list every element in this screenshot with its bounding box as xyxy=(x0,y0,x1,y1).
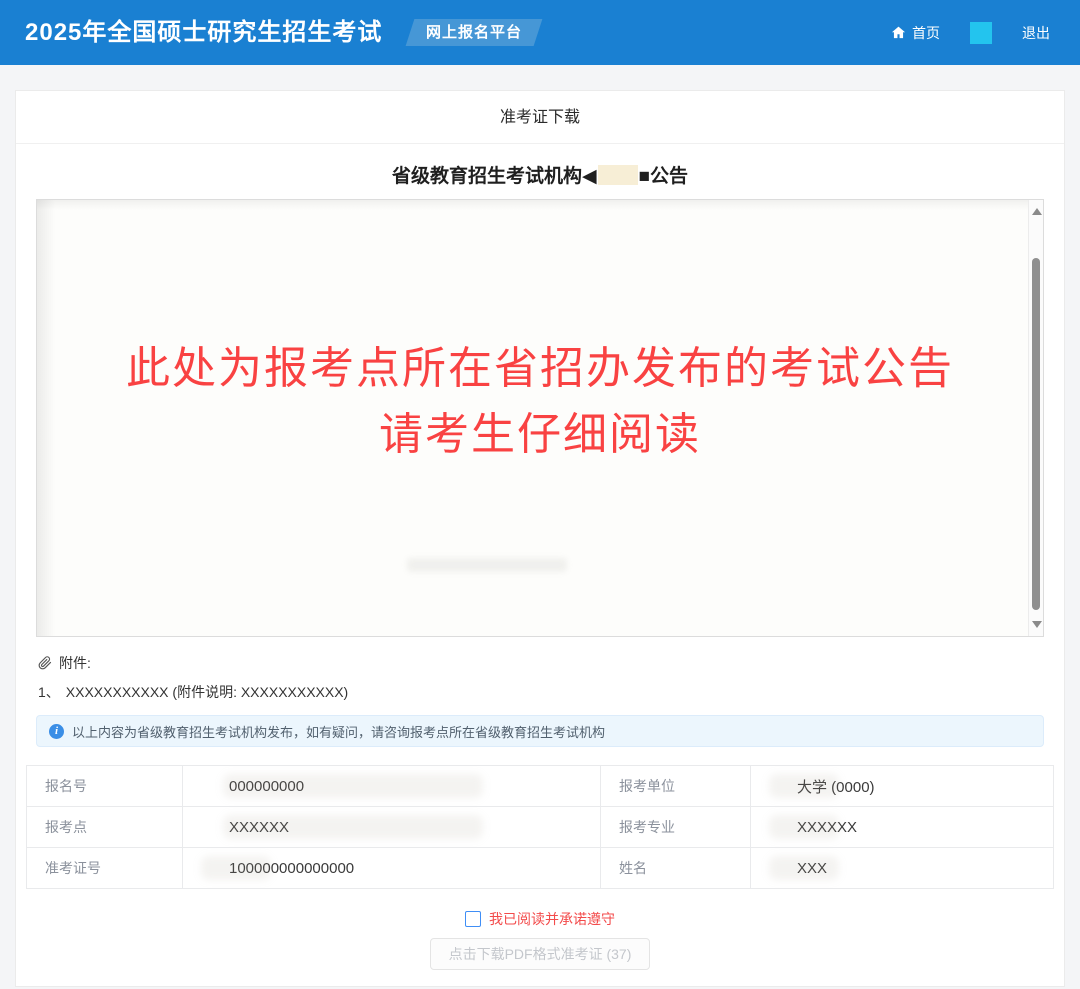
notice-heading-suffix: ■公告 xyxy=(639,166,688,187)
value-baominghao: 000000000 xyxy=(183,766,601,807)
redaction-smudge xyxy=(769,815,839,839)
agreement-row: 我已阅读并承诺遵守 xyxy=(16,909,1064,929)
redaction-smudge xyxy=(769,774,839,798)
label-zhunkaozhenghao: 准考证号 xyxy=(27,848,183,889)
nav-logout[interactable]: 退出 xyxy=(1022,23,1050,43)
redaction-smudge xyxy=(201,856,271,880)
header-bar: 2025年全国硕士研究生招生考试 网上报名平台 首页 退出 xyxy=(0,0,1080,65)
download-pdf-button[interactable]: 点击下载PDF格式准考证 (37) xyxy=(430,938,651,970)
label-baokaodian: 报考点 xyxy=(27,807,183,848)
label-baominghao: 报名号 xyxy=(27,766,183,807)
table-row: 准考证号 100000000000000 姓名 XXX xyxy=(27,848,1054,889)
info-alert: i 以上内容为省级教育招生考试机构发布，如有疑问，请咨询报考点所在省级教育招生考… xyxy=(36,715,1044,747)
attachments-label: 附件: xyxy=(59,653,91,673)
attachment-link[interactable]: XXXXXXXXXXX (附件说明: XXXXXXXXXXX) xyxy=(66,684,348,700)
page-title: 准考证下载 xyxy=(16,91,1064,144)
label-baokaozhuanye: 报考专业 xyxy=(601,807,751,848)
scroll-up-icon[interactable] xyxy=(1032,208,1042,215)
value-baokaodian: XXXXXX xyxy=(183,807,601,848)
value-baokaodanwei: 大学 (0000) xyxy=(751,766,1054,807)
notice-body-line1: 此处为报考点所在省招办发布的考试公告 xyxy=(37,332,1043,396)
notice-heading-prefix: 省级教育招生考试机构◀ xyxy=(392,166,597,187)
value-baokaozhuanye: XXXXXX xyxy=(751,807,1054,848)
redaction-smudge xyxy=(223,815,483,839)
paperclip-icon xyxy=(38,656,52,670)
scan-shadow-top xyxy=(37,200,1029,210)
header-nav: 首页 退出 xyxy=(891,0,1050,65)
value-xingming: XXX xyxy=(751,848,1054,889)
redaction-smudge xyxy=(769,856,839,880)
main-card: 准考证下载 省级教育招生考试机构◀ ■公告 此处为报考点所在省招办发布的考试公告 … xyxy=(15,90,1065,987)
user-square-icon xyxy=(970,22,992,44)
label-xingming: 姓名 xyxy=(601,848,751,889)
nav-logout-label: 退出 xyxy=(1022,23,1050,43)
faded-scan-artifact xyxy=(407,558,567,572)
scrollbar-thumb[interactable] xyxy=(1032,258,1040,610)
scroll-down-icon[interactable] xyxy=(1032,621,1042,628)
notice-body-line2: 请考生仔细阅读 xyxy=(37,398,1043,462)
redaction-block xyxy=(598,165,638,185)
scrollbar[interactable] xyxy=(1028,200,1043,636)
attachment-item: 1、 XXXXXXXXXXX (附件说明: XXXXXXXXXXX) xyxy=(38,682,348,702)
attachment-index: 1、 xyxy=(38,684,60,700)
info-icon: i xyxy=(49,724,64,739)
redaction-smudge xyxy=(223,774,483,798)
notice-heading: 省级教育招生考试机构◀ ■公告 xyxy=(16,161,1064,188)
app-title: 2025年全国硕士研究生招生考试 xyxy=(25,0,382,65)
registration-details-table: 报名号 000000000 报考单位 大学 (0000) 报考点 XXXXXX … xyxy=(26,765,1054,889)
table-row: 报名号 000000000 报考单位 大学 (0000) xyxy=(27,766,1054,807)
home-icon xyxy=(891,25,906,40)
platform-badge: 网上报名平台 xyxy=(406,19,543,46)
nav-home-label: 首页 xyxy=(912,23,940,43)
download-row: 点击下载PDF格式准考证 (37) xyxy=(16,938,1064,970)
agreement-checkbox[interactable] xyxy=(465,911,481,927)
value-zhunkaozhenghao: 100000000000000 xyxy=(183,848,601,889)
platform-badge-label: 网上报名平台 xyxy=(426,19,522,46)
attachments-header: 附件: xyxy=(38,653,91,673)
agreement-label: 我已阅读并承诺遵守 xyxy=(489,909,615,929)
label-baokaodanwei: 报考单位 xyxy=(601,766,751,807)
table-row: 报考点 XXXXXX 报考专业 XXXXXX xyxy=(27,807,1054,848)
announcement-scroll-area[interactable]: 此处为报考点所在省招办发布的考试公告 请考生仔细阅读 xyxy=(36,199,1044,637)
info-alert-text: 以上内容为省级教育招生考试机构发布，如有疑问，请咨询报考点所在省级教育招生考试机… xyxy=(72,722,605,741)
nav-home[interactable]: 首页 xyxy=(891,23,940,43)
